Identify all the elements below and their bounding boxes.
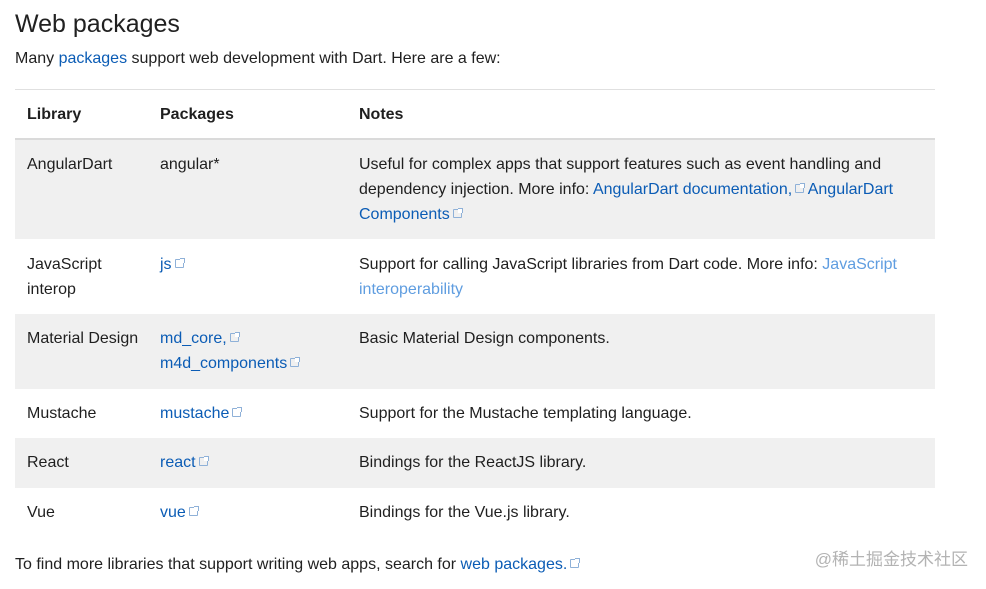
footer-before: To find more libraries that support writ… [15,556,461,573]
external-link-icon [452,208,463,218]
notes-cell: Bindings for the ReactJS library. [359,454,587,471]
react-package-link[interactable]: react [160,454,196,471]
external-link-icon [188,506,199,516]
notes-cell: Support for the Mustache templating lang… [359,405,692,422]
external-link-icon [290,357,301,367]
packages-table: Library Packages Notes AngularDart angul… [15,89,935,538]
external-link-icon [570,558,581,568]
md-core-link[interactable]: md_core, [160,330,227,347]
package-cell: mustache [160,401,345,426]
m4d-components-link[interactable]: m4d_components [160,355,287,372]
page-title: Web packages [15,10,180,38]
table-row: JavaScript interop js Support for callin… [15,239,935,314]
table-header: Library Packages Notes [15,90,935,140]
table-row: AngularDart angular* Useful for complex … [15,140,935,239]
external-link-icon [232,407,243,417]
notes-text: Support for calling JavaScript libraries… [359,256,823,273]
watermark: @稀土掘金技术社区 [814,550,968,569]
library-cell: Mustache [27,405,97,422]
table-row: Vue vue Bindings for the Vue.js library. [15,488,935,538]
external-link-icon [229,332,240,342]
footer-text: To find more libraries that support writ… [15,553,581,577]
package-cell: angular* [160,156,220,173]
package-cell: md_core, m4d_components [160,326,345,376]
notes-cell: Useful for complex apps that support fea… [359,152,929,227]
notes-cell: Bindings for the Vue.js library. [359,504,570,521]
mustache-package-link[interactable]: mustache [160,405,229,422]
external-link-icon [198,456,209,466]
external-link-icon [174,258,185,268]
package-cell: vue [160,500,345,525]
header-packages: Packages [160,106,234,123]
package-cell: js [160,252,345,277]
header-notes: Notes [359,106,404,123]
table-row: React react Bindings for the ReactJS lib… [15,438,935,488]
notes-cell: Support for calling JavaScript libraries… [359,252,929,302]
library-cell: Vue [27,504,55,521]
package-cell: react [160,450,345,475]
notes-cell: Basic Material Design components. [359,330,610,347]
intro-text: Many packages support web development wi… [15,48,501,70]
angulardart-docs-link[interactable]: AngularDart documentation, [593,181,792,198]
table-row: Material Design md_core, m4d_components B… [15,314,935,389]
library-cell: React [27,454,69,471]
packages-link[interactable]: packages [59,50,128,67]
vue-package-link[interactable]: vue [160,504,186,521]
intro-after: support web development with Dart. Here … [127,50,501,67]
external-link-icon [795,183,806,193]
web-packages-link[interactable]: web packages. [461,556,568,573]
table-row: Mustache mustache Support for the Mustac… [15,389,935,438]
header-library: Library [27,106,82,123]
js-package-link[interactable]: js [160,256,172,273]
intro-before: Many [15,50,59,67]
library-cell: JavaScript interop [27,256,102,298]
library-cell: AngularDart [27,156,113,173]
library-cell: Material Design [27,330,139,347]
